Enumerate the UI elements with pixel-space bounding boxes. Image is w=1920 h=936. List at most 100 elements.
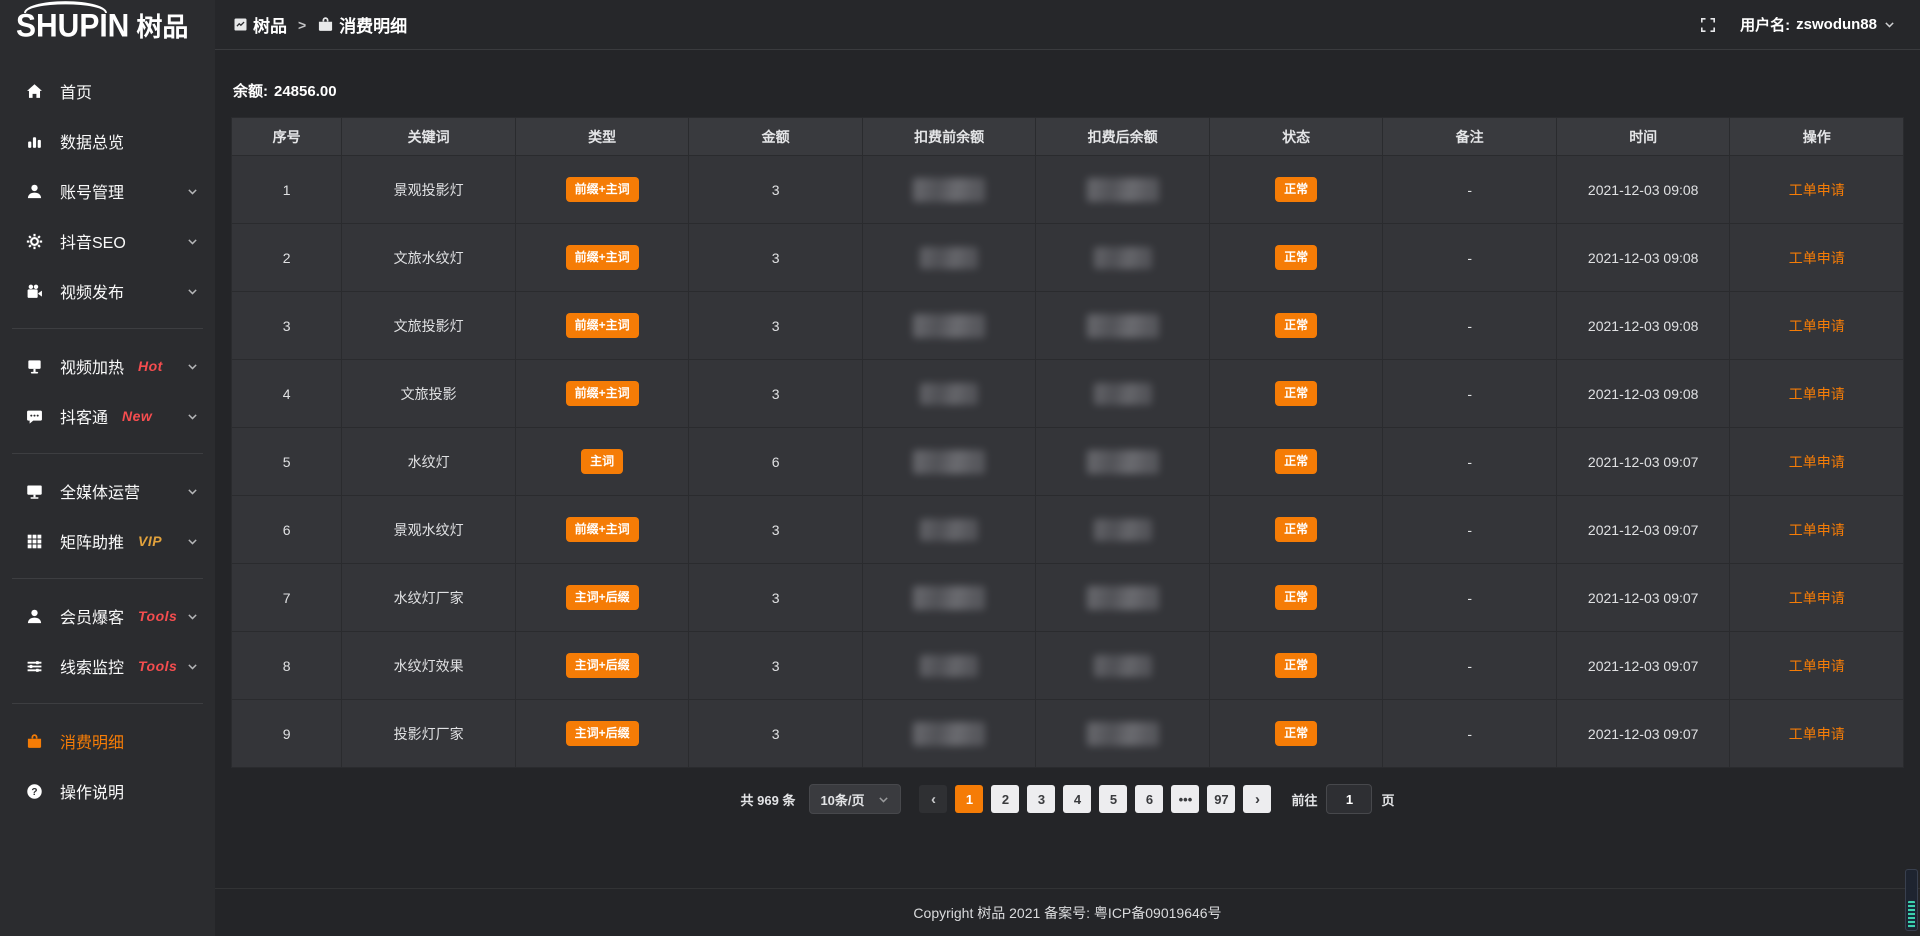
- sidebar-item-2[interactable]: 账号管理: [0, 166, 215, 216]
- cell-balance-before: [862, 156, 1036, 224]
- expense-icon: [317, 16, 334, 33]
- sidebar-item-12[interactable]: 会员爆客Tools: [0, 591, 215, 641]
- work-order-link[interactable]: 工单申请: [1789, 522, 1845, 538]
- redacted-value: [1094, 519, 1152, 541]
- page-button-6[interactable]: 6: [1135, 785, 1163, 813]
- sidebar-item-7[interactable]: 抖客通New: [0, 391, 215, 441]
- logo-cn-text: 树品: [136, 14, 188, 40]
- work-order-link[interactable]: 工单申请: [1789, 386, 1845, 402]
- sidebar-item-4[interactable]: 视频发布: [0, 266, 215, 316]
- dashboard-icon: [233, 17, 248, 32]
- sidebar-item-13[interactable]: 线索监控Tools: [0, 641, 215, 691]
- page-button-3[interactable]: 3: [1027, 785, 1055, 813]
- table-row: 3文旅投影灯前缀+主词3正常-2021-12-03 09:08工单申请: [232, 292, 1904, 360]
- cell-action: 工单申请: [1730, 360, 1904, 428]
- page-button-5[interactable]: 5: [1099, 785, 1127, 813]
- chevron-down-icon: [1883, 18, 1896, 31]
- status-badge: 正常: [1275, 381, 1317, 405]
- chevron-down-icon: [186, 610, 199, 623]
- sidebar-item-0[interactable]: 首页: [0, 66, 215, 116]
- sidebar-item-1[interactable]: 数据总览: [0, 116, 215, 166]
- sidebar-menu: 首页数据总览账号管理抖音SEO视频发布视频加热Hot抖客通New全媒体运营矩阵助…: [0, 54, 215, 816]
- sidebar-item-label: 矩阵助推: [60, 529, 124, 553]
- cell-action: 工单申请: [1730, 700, 1904, 768]
- page-button-2[interactable]: 2: [991, 785, 1019, 813]
- sidebar-item-6[interactable]: 视频加热Hot: [0, 341, 215, 391]
- chevron-down-icon: [186, 360, 199, 373]
- page-size-select[interactable]: 10条/页: [809, 784, 901, 814]
- page-button-97[interactable]: 97: [1207, 785, 1235, 813]
- cell-seq: 7: [232, 564, 342, 632]
- cell-keyword: 景观投影灯: [342, 156, 516, 224]
- page-size-value: 10条/页: [820, 790, 864, 809]
- chevron-down-icon: [186, 660, 199, 673]
- cell-time: 2021-12-03 09:08: [1556, 156, 1730, 224]
- svg-text:?: ?: [31, 786, 37, 797]
- work-order-link[interactable]: 工单申请: [1789, 658, 1845, 674]
- cell-seq: 1: [232, 156, 342, 224]
- cell-seq: 6: [232, 496, 342, 564]
- page-button-4[interactable]: 4: [1063, 785, 1091, 813]
- more-pages-button[interactable]: •••: [1171, 785, 1199, 813]
- app-logo: SHUPIN 树品: [0, 0, 215, 54]
- sidebar-item-label: 账号管理: [60, 179, 124, 203]
- gear-icon: [26, 233, 45, 250]
- goto-label: 前往: [1291, 790, 1317, 809]
- breadcrumb-item-1[interactable]: 消费明细: [317, 12, 407, 37]
- floating-widget: [1905, 869, 1918, 931]
- sidebar-divider: [12, 578, 203, 579]
- logo-wordmark: SHUPIN: [16, 11, 129, 43]
- work-order-link[interactable]: 工单申请: [1789, 250, 1845, 266]
- cell-amount: 3: [689, 564, 863, 632]
- goto-suffix: 页: [1381, 790, 1394, 809]
- cell-balance-after: [1036, 428, 1210, 496]
- footer: Copyright 树品 2021 备案号: 粤ICP备09019646号: [215, 888, 1920, 936]
- username-label: 用户名:: [1740, 14, 1790, 35]
- work-order-link[interactable]: 工单申请: [1789, 590, 1845, 606]
- work-order-link[interactable]: 工单申请: [1789, 182, 1845, 198]
- monitor-icon: [26, 483, 45, 500]
- type-badge: 前缀+主词: [566, 381, 639, 405]
- cell-time: 2021-12-03 09:08: [1556, 292, 1730, 360]
- redacted-value: [1094, 247, 1152, 269]
- sidebar-item-15[interactable]: 消费明细: [0, 716, 215, 766]
- work-order-link[interactable]: 工单申请: [1789, 454, 1845, 470]
- cell-type: 前缀+主词: [515, 224, 689, 292]
- page-button-1[interactable]: 1: [955, 785, 983, 813]
- table-header-row: 序号关键词类型金额扣费前余额扣费后余额状态备注时间操作: [232, 118, 1904, 156]
- redacted-value: [913, 178, 985, 202]
- cell-amount: 3: [689, 156, 863, 224]
- redacted-value: [920, 247, 978, 269]
- redacted-value: [920, 519, 978, 541]
- cell-remark: -: [1383, 292, 1557, 360]
- total-count: 共 969 条: [741, 790, 796, 809]
- user-menu[interactable]: 用户名: zswodun88: [1740, 14, 1896, 35]
- status-badge: 正常: [1275, 585, 1317, 609]
- sidebar-item-3[interactable]: 抖音SEO: [0, 216, 215, 266]
- work-order-link[interactable]: 工单申请: [1789, 318, 1845, 334]
- cell-balance-before: [862, 224, 1036, 292]
- fullscreen-icon[interactable]: [1700, 17, 1716, 33]
- sidebar-item-9[interactable]: 全媒体运营: [0, 466, 215, 516]
- cell-seq: 8: [232, 632, 342, 700]
- cell-time: 2021-12-03 09:07: [1556, 496, 1730, 564]
- cell-balance-after: [1036, 292, 1210, 360]
- sidebar-item-16[interactable]: ?操作说明: [0, 766, 215, 816]
- breadcrumb-item-0[interactable]: 树品: [233, 12, 287, 37]
- cell-status: 正常: [1209, 224, 1383, 292]
- work-order-link[interactable]: 工单申请: [1789, 726, 1845, 742]
- content-area: 余额:24856.00 序号关键词类型金额扣费前余额扣费后余额状态备注时间操作 …: [215, 50, 1920, 888]
- cell-amount: 3: [689, 292, 863, 360]
- sidebar-item-10[interactable]: 矩阵助推VIP: [0, 516, 215, 566]
- column-header: 关键词: [342, 118, 516, 156]
- cell-seq: 4: [232, 360, 342, 428]
- chat-icon: [26, 408, 45, 425]
- type-badge: 主词+后缀: [566, 721, 639, 745]
- next-page-button[interactable]: ›: [1243, 785, 1271, 813]
- status-badge: 正常: [1275, 245, 1317, 269]
- chevron-down-icon: [186, 185, 199, 198]
- prev-page-button[interactable]: ‹: [919, 785, 947, 813]
- cell-remark: -: [1383, 632, 1557, 700]
- goto-page-input[interactable]: [1326, 784, 1372, 814]
- redacted-value: [920, 655, 978, 677]
